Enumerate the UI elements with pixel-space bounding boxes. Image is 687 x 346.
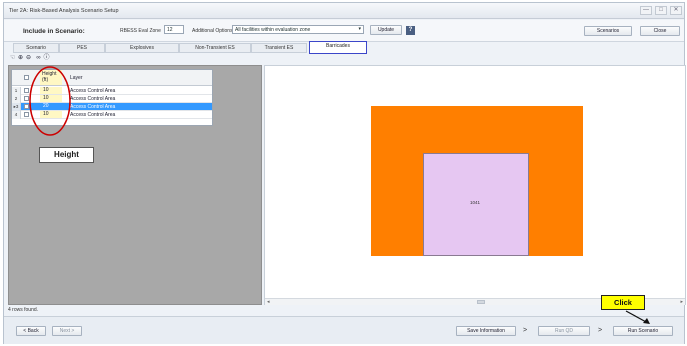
tab-non-transient-es[interactable]: Non-Transient ES	[179, 43, 251, 53]
flow-arrow-icon: >	[523, 327, 528, 334]
height-highlight-ellipse	[29, 66, 71, 136]
tab-transient-es[interactable]: Transient ES	[251, 43, 307, 53]
building-label: 1041	[470, 200, 481, 205]
additional-options-value: All facilities within evaluation zone	[235, 27, 311, 33]
tab-explosives[interactable]: Explosives	[105, 43, 179, 53]
scroll-left-icon[interactable]: ◂	[267, 299, 270, 305]
barricade-area[interactable]: 1041	[371, 106, 583, 256]
run-qd-button[interactable]: Run QD	[538, 326, 590, 336]
additional-options-select[interactable]: All facilities within evaluation zone ▾	[232, 25, 364, 34]
include-label: Include in Scenario:	[23, 28, 85, 35]
minimize-button[interactable]: —	[640, 6, 652, 15]
scenario-setup-window: Tier 2A: Risk-Based Analysis Scenario Se…	[3, 2, 686, 344]
help-icon[interactable]: ?	[406, 26, 415, 35]
window-title: Tier 2A: Risk-Based Analysis Scenario Se…	[9, 8, 119, 14]
chevron-down-icon: ▾	[358, 26, 361, 32]
update-button[interactable]: Update	[370, 25, 402, 35]
row-number: 4	[12, 111, 21, 119]
back-button[interactable]: < Back	[16, 326, 46, 336]
map-view[interactable]: 1041 ◂ ▸	[264, 65, 686, 305]
rbess-label: RBESS Eval Zone	[120, 28, 161, 34]
close-button[interactable]: Close	[640, 26, 680, 36]
click-annotation-label: Click	[601, 295, 645, 310]
height-annotation-label: Height	[39, 147, 94, 163]
rows-found-status: 4 rows found.	[8, 307, 39, 313]
row-number: ▸3	[12, 103, 21, 111]
tab-scenario[interactable]: Scenario	[13, 43, 59, 53]
scroll-right-icon[interactable]: ▸	[680, 299, 683, 305]
additional-options-label: Additional Options	[192, 28, 233, 34]
building-footprint[interactable]: 1041	[423, 153, 529, 256]
row-layer-cell: Access Control Area	[70, 112, 116, 118]
save-information-button[interactable]: Save Information	[456, 326, 516, 336]
title-bar: Tier 2A: Risk-Based Analysis Scenario Se…	[4, 3, 684, 19]
tab-pes[interactable]: PES	[59, 43, 105, 53]
tab-barricades[interactable]: Barricades	[309, 41, 367, 54]
zoom-in-icon[interactable]: ⊕	[17, 55, 24, 62]
pan-icon[interactable]: ☜	[9, 55, 16, 62]
scenario-toolbar: Include in Scenario: RBESS Eval Zone 12 …	[4, 20, 684, 42]
barricade-list-pane: Height (ft) Layer 1 10 Access Control Ar…	[8, 65, 262, 305]
row-layer-cell: Access Control Area	[70, 96, 116, 102]
click-pointer-arrow-icon	[625, 310, 650, 324]
zoom-out-icon[interactable]: ⊖	[25, 55, 32, 62]
scroll-thumb[interactable]	[477, 300, 485, 304]
row-number: 2	[12, 95, 21, 103]
row-layer-cell: Access Control Area	[70, 88, 116, 94]
row-layer-cell: Access Control Area	[70, 104, 116, 110]
binoculars-icon[interactable]: ∞	[35, 55, 42, 62]
row-number: 1	[12, 87, 21, 95]
scenarios-button[interactable]: Scenarios	[584, 26, 632, 36]
flow-arrow-icon: >	[598, 327, 603, 334]
next-button[interactable]: Next >	[52, 326, 82, 336]
rbess-zone-field[interactable]: 12	[164, 25, 184, 34]
footer-bar: < Back Next > Save Information > Run QD …	[4, 316, 684, 344]
maximize-button[interactable]: □	[655, 6, 667, 15]
map-toolbar: ☜ ⊕ ⊖ ∞ ⓘ	[9, 54, 69, 64]
info-icon[interactable]: ⓘ	[43, 55, 50, 62]
close-window-icon[interactable]: ✕	[670, 6, 682, 15]
